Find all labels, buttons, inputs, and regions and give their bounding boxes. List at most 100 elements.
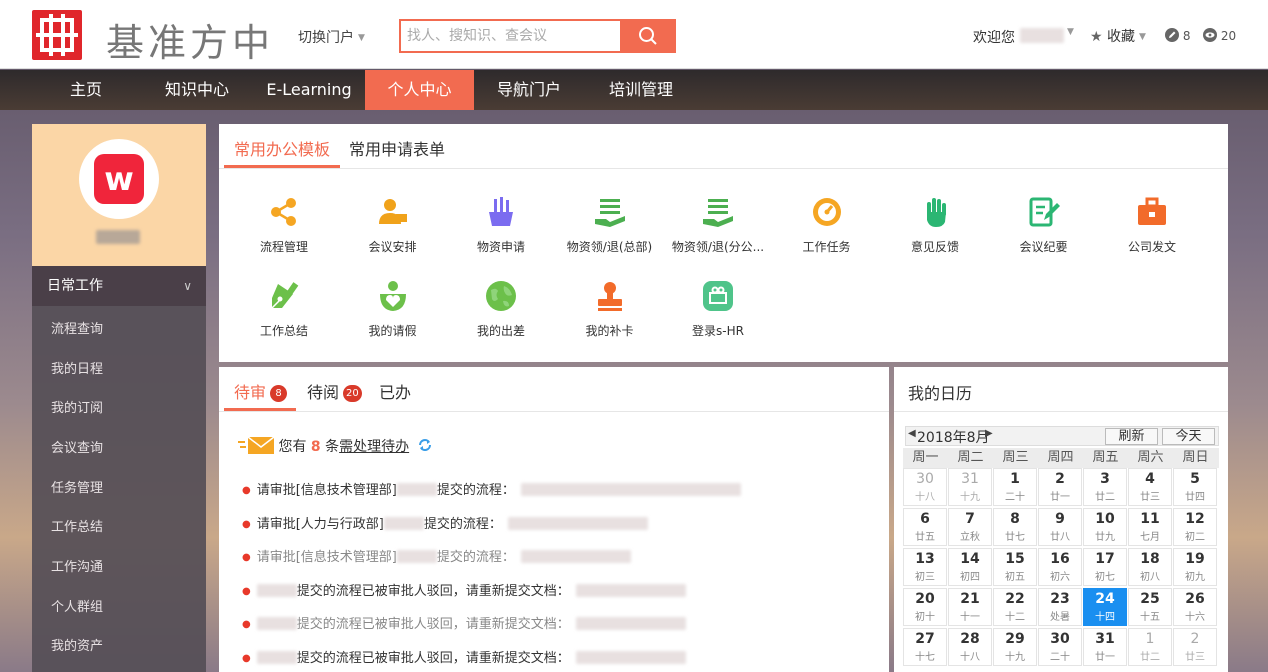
calendar-day[interactable]: 1 二十: [993, 468, 1037, 506]
todo-item[interactable]: ● 提交的流程已被审批人驳回，请重新提交文档：: [242, 647, 686, 666]
day-number: 18: [1140, 551, 1160, 567]
next-month-icon[interactable]: ▶: [985, 428, 993, 439]
calendar-day[interactable]: 21 十一: [948, 588, 992, 626]
todo-item[interactable]: ● 请审批[人力与行政部] 提交的流程：: [242, 513, 648, 532]
switch-portal-dropdown[interactable]: 切换门户 ▼: [298, 27, 365, 47]
calendar-day[interactable]: 25 十五: [1128, 588, 1172, 626]
template-receipt-hand-tile[interactable]: 物资领/退(分公...: [663, 196, 773, 255]
calendar-header: ◀ 2018年8月 ▶ 刷新 今天: [905, 426, 1219, 446]
search-button[interactable]: [620, 19, 676, 53]
template-share-tile[interactable]: 流程管理: [229, 196, 339, 255]
template-edit-note-tile[interactable]: 会议纪要: [989, 196, 1099, 255]
calendar-day[interactable]: 26 十六: [1173, 588, 1217, 626]
calendar-month[interactable]: 2018年8月: [917, 427, 990, 447]
calendar-day[interactable]: 30 十八: [903, 468, 947, 506]
calendar-refresh-button[interactable]: 刷新: [1105, 428, 1158, 445]
prev-month-icon[interactable]: ◀: [908, 428, 916, 439]
calendar-day[interactable]: 15 初五: [993, 548, 1037, 586]
calendar-day[interactable]: 22 十二: [993, 588, 1037, 626]
lunar-date: 廿二: [1140, 652, 1160, 663]
sidebar-item-subscription[interactable]: 我的订阅: [51, 397, 103, 416]
template-receipt-hand-tile[interactable]: 物资领/退(总部): [555, 196, 665, 255]
sidebar-item-work-summary[interactable]: 工作总结: [51, 516, 103, 535]
sidebar-item-my-assets[interactable]: 我的资产: [51, 635, 103, 654]
template-heart-person-tile[interactable]: 我的请假: [338, 280, 448, 339]
calendar-day[interactable]: 28 十八: [948, 628, 992, 666]
calendar-day[interactable]: 3 廿二: [1083, 468, 1127, 506]
calendar-day[interactable]: 2 廿三: [1173, 628, 1217, 666]
template-meeting-person-tile[interactable]: 会议安排: [338, 196, 448, 255]
sidebar-item-task-management[interactable]: 任务管理: [51, 477, 103, 496]
sidebar-item-schedule[interactable]: 我的日程: [51, 358, 103, 377]
edit-count[interactable]: 8: [1165, 28, 1190, 43]
todo-link[interactable]: 需处理待办: [339, 439, 409, 455]
template-supplies-tile[interactable]: 物资申请: [446, 196, 556, 255]
nav-portal[interactable]: 导航门户: [487, 70, 571, 110]
view-count[interactable]: 20: [1203, 28, 1236, 43]
nav-elearning[interactable]: E-Learning: [264, 70, 354, 110]
calendar-day[interactable]: 17 初七: [1083, 548, 1127, 586]
todo-item[interactable]: ● 请审批[信息技术管理部] 提交的流程：: [242, 546, 631, 565]
calendar-today-button[interactable]: 今天: [1162, 428, 1215, 445]
tab-application-forms[interactable]: 常用申请表单: [349, 136, 445, 160]
calendar-day[interactable]: 10 廿九: [1083, 508, 1127, 546]
calendar-day[interactable]: 6 廿五: [903, 508, 947, 546]
blurred-document-title: [520, 483, 741, 496]
calendar-day[interactable]: 23 处暑: [1038, 588, 1082, 626]
nav-knowledge[interactable]: 知识中心: [155, 70, 239, 110]
todo-item[interactable]: ● 请审批[信息技术管理部] 提交的流程：: [242, 479, 741, 498]
calendar-day[interactable]: 5 廿四: [1173, 468, 1217, 506]
calendar-day[interactable]: 31 十九: [948, 468, 992, 506]
calendar-day[interactable]: 16 初六: [1038, 548, 1082, 586]
refresh-icon[interactable]: [418, 438, 432, 452]
todo-item[interactable]: ● 提交的流程已被审批人驳回，请重新提交文档：: [242, 613, 686, 632]
search-input[interactable]: [399, 19, 621, 53]
sidebar-item-work-communication[interactable]: 工作沟通: [51, 556, 103, 575]
username-blurred[interactable]: [1020, 28, 1064, 43]
template-label: 会议安排: [368, 240, 417, 254]
bullet-dot-icon: ●: [242, 552, 251, 563]
calendar-day[interactable]: 13 初三: [903, 548, 947, 586]
todo-item[interactable]: ● 提交的流程已被审批人驳回，请重新提交文档：: [242, 580, 686, 599]
calendar-day[interactable]: 4 廿三: [1128, 468, 1172, 506]
template-hand-tile[interactable]: 意见反馈: [880, 196, 990, 255]
template-gauge-tile[interactable]: 工作任务: [772, 196, 882, 255]
tab-done[interactable]: 已办: [379, 379, 411, 403]
sidebar-section-daily-work[interactable]: 日常工作 ∨: [32, 266, 206, 306]
calendar-day[interactable]: 7 立秋: [948, 508, 992, 546]
calendar-day[interactable]: 20 初十: [903, 588, 947, 626]
template-hr-tile[interactable]: 登录s-HR: [663, 280, 773, 339]
logo-mark[interactable]: [32, 10, 82, 60]
calendar-day[interactable]: 1 廿二: [1128, 628, 1172, 666]
calendar-day[interactable]: 18 初八: [1128, 548, 1172, 586]
template-stamp-tile[interactable]: 我的补卡: [555, 280, 665, 339]
avatar[interactable]: w: [79, 139, 159, 219]
template-globe-tile[interactable]: 我的出差: [446, 280, 556, 339]
calendar-day[interactable]: 14 初四: [948, 548, 992, 586]
template-briefcase-tile[interactable]: 公司发文: [1097, 196, 1207, 255]
sidebar-item-meeting-query[interactable]: 会议查询: [51, 437, 103, 456]
nav-training[interactable]: 培训管理: [599, 70, 683, 110]
calendar-day[interactable]: 31 廿一: [1083, 628, 1127, 666]
nav-home[interactable]: 主页: [52, 70, 120, 110]
calendar-day[interactable]: 30 二十: [1038, 628, 1082, 666]
tab-office-templates[interactable]: 常用办公模板: [234, 136, 330, 160]
sidebar-item-personal-groups[interactable]: 个人群组: [51, 596, 103, 615]
calendar-day-today[interactable]: 24 十四: [1083, 588, 1127, 626]
template-pen-nib-tile[interactable]: 工作总结: [229, 280, 339, 339]
favorites-dropdown[interactable]: ★ 收藏 ▼: [1090, 26, 1146, 46]
calendar-day[interactable]: 12 初二: [1173, 508, 1217, 546]
calendar-day[interactable]: 8 廿七: [993, 508, 1037, 546]
calendar-day[interactable]: 11 七月: [1128, 508, 1172, 546]
calendar-day[interactable]: 2 廿一: [1038, 468, 1082, 506]
caret-down-icon[interactable]: ▼: [1067, 27, 1074, 37]
calendar-day[interactable]: 29 十九: [993, 628, 1037, 666]
sidebar-item-process-query[interactable]: 流程查询: [51, 318, 103, 337]
tab-pending-read[interactable]: 待阅 20: [307, 379, 362, 403]
calendar-day[interactable]: 27 十七: [903, 628, 947, 666]
logo-text[interactable]: 基准方中: [106, 12, 274, 67]
calendar-day[interactable]: 9 廿八: [1038, 508, 1082, 546]
nav-personal-center[interactable]: 个人中心: [365, 70, 474, 110]
tab-pending-approval[interactable]: 待审 8: [234, 379, 288, 403]
calendar-day[interactable]: 19 初九: [1173, 548, 1217, 586]
